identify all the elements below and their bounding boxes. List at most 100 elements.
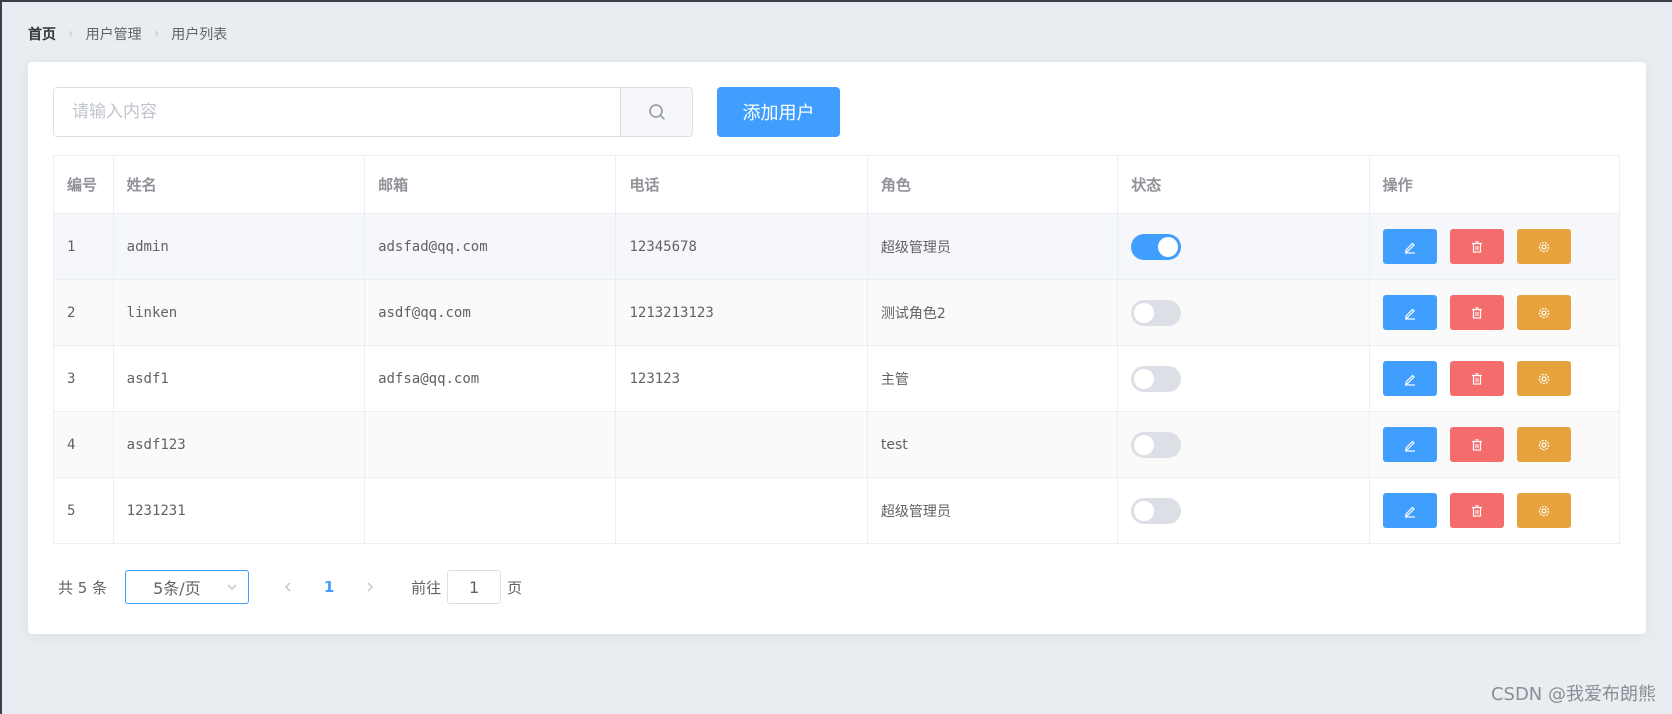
table-row: 5 1231231 超级管理员 (53, 477, 1621, 544)
table-row: 2 linken asdf@qq.com 1213213123 测试角色2 (53, 279, 1621, 346)
edit-button[interactable] (1382, 427, 1437, 462)
cell-role: 主管 (866, 345, 1119, 412)
table-row: 3 asdf1 adfsa@qq.com 123123 主管 (53, 345, 1621, 412)
header-id: 编号 (53, 155, 114, 214)
table-row: 1 admin adsfad@qq.com 12345678 超级管理员 (53, 213, 1621, 280)
cell-name: 1231231 (112, 477, 366, 544)
gear-icon (1538, 241, 1549, 252)
chevron-down-icon (227, 584, 237, 590)
chevron-right-icon (367, 582, 374, 592)
cell-phone (615, 477, 868, 544)
status-switch[interactable] (1131, 299, 1182, 326)
settings-button[interactable] (1516, 361, 1571, 396)
edit-icon (1404, 506, 1415, 518)
cell-phone: 12345678 (615, 213, 868, 280)
user-table: 编号 姓名 邮箱 电话 角色 状态 操作 1 admin adsfad@qq.c… (53, 155, 1621, 544)
cell-phone: 1213213123 (615, 279, 868, 346)
breadcrumb-separator-icon: › (153, 26, 160, 42)
cell-email (364, 411, 617, 478)
cell-role: test (866, 411, 1119, 478)
delete-button[interactable] (1449, 295, 1504, 330)
breadcrumb-user-list: 用户列表 (171, 27, 228, 43)
table-header-row: 编号 姓名 邮箱 电话 角色 状态 操作 (53, 155, 1621, 214)
cell-status (1117, 411, 1370, 478)
cell-name: asdf1 (112, 345, 366, 412)
breadcrumb-user-management: 用户管理 (85, 27, 142, 43)
cell-id: 3 (53, 345, 114, 412)
chevron-left-icon (285, 582, 291, 592)
edit-button[interactable] (1382, 493, 1437, 528)
header-phone: 电话 (615, 155, 868, 214)
search-icon (648, 104, 665, 120)
cell-id: 1 (53, 213, 114, 280)
settings-button[interactable] (1516, 493, 1571, 528)
cell-email: asdf@qq.com (364, 279, 617, 346)
trash-icon (1471, 306, 1482, 319)
settings-button[interactable] (1516, 427, 1571, 462)
pagination-total: 共 5 条 (58, 578, 108, 597)
cell-actions (1368, 345, 1621, 412)
status-switch[interactable] (1131, 431, 1182, 458)
prev-page-button[interactable] (273, 572, 303, 602)
edit-icon (1404, 440, 1415, 452)
cell-status (1117, 477, 1370, 544)
gear-icon (1538, 439, 1549, 450)
cell-name: asdf123 (112, 411, 366, 478)
row-actions (1382, 493, 1606, 528)
page-size-value: 5条/页 (153, 579, 201, 598)
row-actions (1382, 229, 1606, 264)
breadcrumb: 首页 › 用户管理 › 用户列表 (28, 24, 227, 44)
cell-name: linken (112, 279, 366, 346)
cell-role: 测试角色2 (866, 279, 1119, 346)
header-email: 邮箱 (364, 155, 617, 214)
delete-button[interactable] (1449, 229, 1504, 264)
switch-knob (1158, 236, 1179, 257)
next-page-button[interactable] (355, 572, 385, 602)
settings-button[interactable] (1516, 295, 1571, 330)
cell-role: 超级管理员 (866, 213, 1119, 280)
cell-status (1117, 279, 1370, 346)
row-actions (1382, 361, 1606, 396)
cell-actions (1368, 477, 1621, 544)
header-name: 姓名 (112, 155, 366, 214)
cell-email: adsfad@qq.com (364, 213, 617, 280)
search-group (53, 87, 693, 137)
gear-icon (1538, 307, 1549, 318)
row-actions (1382, 295, 1606, 330)
cell-id: 2 (53, 279, 114, 346)
settings-button[interactable] (1516, 229, 1571, 264)
edit-icon (1404, 374, 1415, 386)
page-size-select[interactable]: 5条/页 (125, 570, 250, 604)
goto-page-input[interactable] (447, 570, 502, 604)
cell-phone (615, 411, 868, 478)
edit-button[interactable] (1382, 229, 1437, 264)
delete-button[interactable] (1449, 493, 1504, 528)
search-button[interactable] (620, 88, 692, 136)
watermark: CSDN @我爱布朗熊 (1490, 684, 1656, 705)
delete-button[interactable] (1449, 427, 1504, 462)
cell-actions (1368, 411, 1621, 478)
status-switch[interactable] (1131, 497, 1182, 524)
header-actions: 操作 (1368, 155, 1621, 214)
cell-email: adfsa@qq.com (364, 345, 617, 412)
edit-icon (1404, 242, 1415, 254)
row-actions (1382, 427, 1606, 462)
search-input[interactable] (54, 88, 620, 136)
table-row: 4 asdf123 test (53, 411, 1621, 478)
cell-actions (1368, 279, 1621, 346)
status-switch[interactable] (1131, 233, 1182, 260)
delete-button[interactable] (1449, 361, 1504, 396)
status-switch[interactable] (1131, 365, 1182, 392)
pagination: 共 5 条 5条/页 1 前往 页 (58, 570, 522, 604)
edit-button[interactable] (1382, 295, 1437, 330)
cell-name: admin (112, 213, 366, 280)
breadcrumb-home[interactable]: 首页 (28, 24, 56, 44)
edit-button[interactable] (1382, 361, 1437, 396)
add-user-button[interactable]: 添加用户 (717, 87, 840, 137)
cell-status (1117, 345, 1370, 412)
trash-icon (1471, 240, 1482, 253)
switch-knob (1134, 302, 1155, 323)
goto-prefix: 前往 (411, 578, 442, 597)
edit-icon (1404, 308, 1415, 320)
page-number-current[interactable]: 1 (319, 578, 339, 596)
